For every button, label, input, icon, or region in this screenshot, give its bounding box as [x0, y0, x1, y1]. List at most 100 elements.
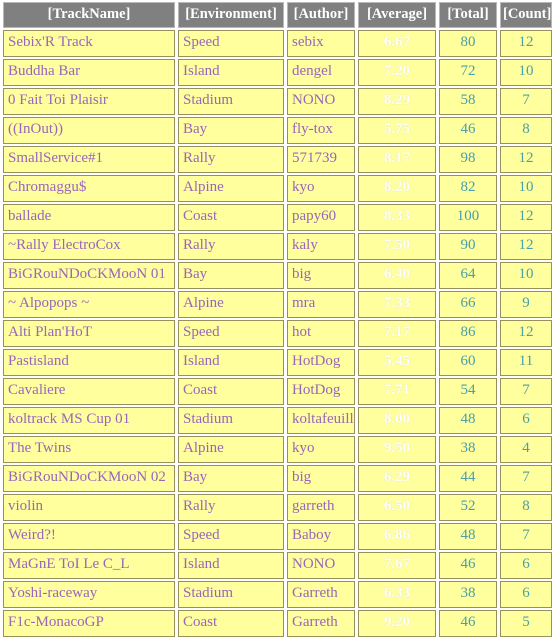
cell-average: 6.29 — [358, 465, 436, 493]
cell-average: 5.75 — [358, 117, 436, 145]
cell-track-name: ballade — [3, 204, 175, 232]
cell-environment: Coast — [178, 610, 284, 638]
cell-track-name: SmallService#1 — [3, 146, 175, 174]
cell-total: 80 — [439, 30, 497, 58]
cell-average: 6.86 — [358, 523, 436, 551]
table-row: SmallService#1 Rally 571739 8.17 98 12 — [3, 146, 552, 174]
cell-author: hot — [287, 320, 355, 348]
cell-track-name: Cavaliere — [3, 378, 175, 406]
cell-total: 86 — [439, 320, 497, 348]
cell-average: 7.71 — [358, 378, 436, 406]
cell-count: 5 — [500, 610, 552, 638]
cell-count: 7 — [500, 378, 552, 406]
cell-total: 72 — [439, 59, 497, 87]
column-header-track-name[interactable]: [TrackName] — [3, 2, 175, 29]
column-header-environment[interactable]: [Environment] — [178, 2, 284, 29]
cell-environment: Coast — [178, 204, 284, 232]
cell-total: 60 — [439, 349, 497, 377]
cell-track-name: Pastisland — [3, 349, 175, 377]
column-header-total[interactable]: [Total] — [439, 2, 497, 29]
cell-author: Garreth — [287, 581, 355, 609]
table-row: BiGRouNDoCKMooN 02 Bay big 6.29 44 7 — [3, 465, 552, 493]
cell-average: 9.20 — [358, 610, 436, 638]
cell-track-name: BiGRouNDoCKMooN 01 — [3, 262, 175, 290]
cell-count: 10 — [500, 262, 552, 290]
cell-environment: Bay — [178, 117, 284, 145]
cell-track-name: Sebix'R Track — [3, 30, 175, 58]
cell-author: kyo — [287, 175, 355, 203]
cell-environment: Speed — [178, 320, 284, 348]
cell-environment: Island — [178, 59, 284, 87]
cell-track-name: Weird?! — [3, 523, 175, 551]
table-row: koltrack MS Cup 01 Stadium koltafeuille 8.0… — [3, 407, 552, 435]
table-row: Yoshi-raceway Stadium Garreth 6.33 38 6 — [3, 581, 552, 609]
cell-track-name: BiGRouNDoCKMooN 02 — [3, 465, 175, 493]
cell-count: 8 — [500, 494, 552, 522]
table-row: Chromaggu$ Alpine kyo 8.20 82 10 — [3, 175, 552, 203]
cell-average: 7.67 — [358, 552, 436, 580]
cell-environment: Alpine — [178, 175, 284, 203]
cell-author: 571739 — [287, 146, 355, 174]
cell-average: 9.50 — [358, 436, 436, 464]
cell-author: mra — [287, 291, 355, 319]
cell-track-name: violin — [3, 494, 175, 522]
cell-average: 6.50 — [358, 494, 436, 522]
table-row: BiGRouNDoCKMooN 01 Bay big 6.40 64 10 — [3, 262, 552, 290]
cell-average: 8.20 — [358, 175, 436, 203]
cell-count: 6 — [500, 552, 552, 580]
table-row: ~ Alpopops ~ Alpine mra 7.33 66 9 — [3, 291, 552, 319]
cell-track-name: The Twins — [3, 436, 175, 464]
cell-track-name: Chromaggu$ — [3, 175, 175, 203]
cell-total: 46 — [439, 552, 497, 580]
cell-total: 46 — [439, 117, 497, 145]
cell-average: 8.00 — [358, 407, 436, 435]
cell-count: 6 — [500, 581, 552, 609]
cell-author: Garreth — [287, 610, 355, 638]
cell-track-name: ~ Alpopops ~ — [3, 291, 175, 319]
table-row: ballade Coast papy60 8.33 100 12 — [3, 204, 552, 232]
cell-author: kaly — [287, 233, 355, 261]
cell-total: 38 — [439, 436, 497, 464]
cell-environment: Alpine — [178, 291, 284, 319]
cell-track-name: Yoshi-raceway — [3, 581, 175, 609]
cell-count: 12 — [500, 146, 552, 174]
cell-average: 7.33 — [358, 291, 436, 319]
cell-total: 64 — [439, 262, 497, 290]
cell-author: big — [287, 262, 355, 290]
table-row: violin Rally garreth 6.50 52 8 — [3, 494, 552, 522]
cell-author: NONO — [287, 88, 355, 116]
cell-author: garreth — [287, 494, 355, 522]
cell-count: 12 — [500, 233, 552, 261]
cell-track-name: F1c-MonacoGP — [3, 610, 175, 638]
cell-count: 11 — [500, 349, 552, 377]
cell-environment: Stadium — [178, 407, 284, 435]
cell-average: 6.33 — [358, 581, 436, 609]
table-row: ~Rally ElectroCox Rally kaly 7.50 90 12 — [3, 233, 552, 261]
column-header-average[interactable]: [Average] — [358, 2, 436, 29]
cell-author: HotDog — [287, 349, 355, 377]
cell-count: 12 — [500, 320, 552, 348]
cell-environment: Bay — [178, 262, 284, 290]
cell-total: 54 — [439, 378, 497, 406]
cell-total: 48 — [439, 407, 497, 435]
table-row: Weird?! Speed Baboy 6.86 48 7 — [3, 523, 552, 551]
table-row: Alti Plan'HoT Speed hot 7.17 86 12 — [3, 320, 552, 348]
cell-total: 58 — [439, 88, 497, 116]
cell-author: sebix — [287, 30, 355, 58]
cell-count: 12 — [500, 204, 552, 232]
column-header-author[interactable]: [Author] — [287, 2, 355, 29]
table-row: Pastisland Island HotDog 5.45 60 11 — [3, 349, 552, 377]
cell-environment: Island — [178, 552, 284, 580]
cell-count: 10 — [500, 59, 552, 87]
cell-count: 9 — [500, 291, 552, 319]
cell-environment: Alpine — [178, 436, 284, 464]
cell-total: 46 — [439, 610, 497, 638]
column-header-count[interactable]: [Count] — [500, 2, 552, 29]
cell-track-name: Buddha Bar — [3, 59, 175, 87]
cell-author: NONO — [287, 552, 355, 580]
cell-author: koltafeuille — [287, 407, 355, 435]
cell-author: dengel — [287, 59, 355, 87]
cell-track-name: koltrack MS Cup 01 — [3, 407, 175, 435]
cell-track-name: ~Rally ElectroCox — [3, 233, 175, 261]
table-row: 0 Fait Toi Plaisir Stadium NONO 8.29 58 7 — [3, 88, 552, 116]
